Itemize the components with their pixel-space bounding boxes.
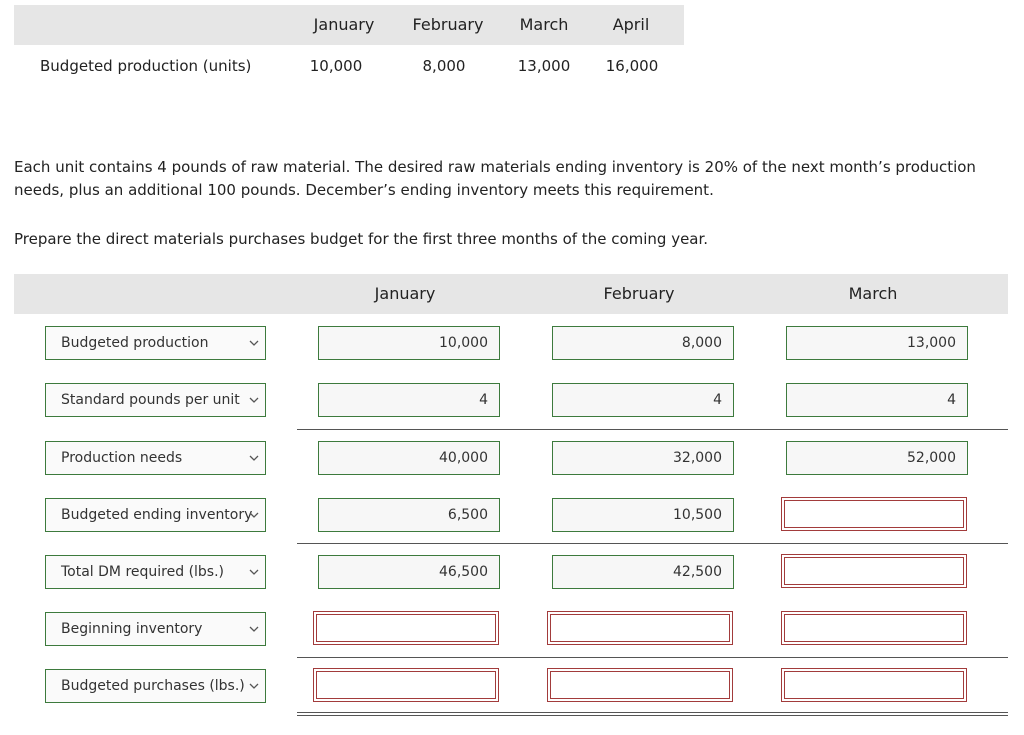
dropdown-selected-label: Budgeted ending inventory: [61, 507, 253, 523]
total-double-rule-top: [297, 712, 1008, 713]
input-production-needs-february[interactable]: 32,000: [552, 441, 734, 475]
subtotal-rule: [297, 429, 1008, 430]
chevron-down-icon: [249, 455, 259, 461]
chevron-down-icon: [249, 397, 259, 403]
dropdown-selected-label: Budgeted production: [61, 335, 209, 351]
input-budgeted-production-february[interactable]: 8,000: [552, 326, 734, 360]
budgeted-production-units-label: Budgeted production (units): [40, 57, 252, 75]
input-production-needs-march[interactable]: 52,000: [786, 441, 968, 475]
dropdown-selected-label: Beginning inventory: [61, 621, 203, 637]
input-total-dm-required-february[interactable]: 42,500: [552, 555, 734, 589]
input-budgeted-purchases-march[interactable]: [781, 668, 967, 702]
dropdown-selected-label: Production needs: [61, 450, 183, 466]
dropdown-selected-label: Budgeted purchases (lbs.): [61, 678, 245, 694]
production-value-february: 8,000: [422, 57, 466, 75]
budget-header-march: March: [848, 284, 898, 303]
problem-description: Each unit contains 4 pounds of raw mater…: [14, 158, 976, 199]
subtotal-rule: [297, 657, 1008, 658]
input-total-dm-required-january[interactable]: 46,500: [318, 555, 500, 589]
row-label-dropdown-standard-pounds[interactable]: Standard pounds per unit: [45, 383, 266, 417]
input-budgeted-production-january[interactable]: 10,000: [318, 326, 500, 360]
input-ending-inventory-january[interactable]: 6,500: [318, 498, 500, 532]
row-label-dropdown-ending-inventory[interactable]: Budgeted ending inventory: [45, 498, 266, 532]
input-ending-inventory-march[interactable]: [781, 497, 967, 531]
row-label-dropdown-budgeted-purchases[interactable]: Budgeted purchases (lbs.): [45, 669, 266, 703]
chevron-down-icon: [249, 626, 259, 632]
input-standard-pounds-january[interactable]: 4: [318, 383, 500, 417]
dropdown-selected-label: Total DM required (lbs.): [61, 564, 225, 580]
production-value-april: 16,000: [605, 57, 659, 75]
header-january: January: [313, 15, 375, 34]
header-april: April: [612, 15, 650, 34]
row-label-dropdown-production-needs[interactable]: Production needs: [45, 441, 266, 475]
input-beginning-inventory-march[interactable]: [781, 611, 967, 645]
production-value-january: 10,000: [309, 57, 363, 75]
chevron-down-icon: [249, 340, 259, 346]
budget-header-february: February: [603, 284, 675, 303]
row-label-dropdown-budgeted-production[interactable]: Budgeted production: [45, 326, 266, 360]
subtotal-rule: [297, 543, 1008, 544]
input-budgeted-production-march[interactable]: 13,000: [786, 326, 968, 360]
input-budgeted-purchases-february[interactable]: [547, 668, 733, 702]
input-budgeted-purchases-january[interactable]: [313, 668, 499, 702]
input-beginning-inventory-february[interactable]: [547, 611, 733, 645]
input-ending-inventory-february[interactable]: 10,500: [552, 498, 734, 532]
input-standard-pounds-march[interactable]: 4: [786, 383, 968, 417]
input-production-needs-january[interactable]: 40,000: [318, 441, 500, 475]
task-prompt: Prepare the direct materials purchases b…: [14, 230, 709, 248]
input-total-dm-required-march[interactable]: [781, 554, 967, 588]
row-label-dropdown-total-dm-required[interactable]: Total DM required (lbs.): [45, 555, 266, 589]
chevron-down-icon: [249, 512, 259, 518]
input-beginning-inventory-january[interactable]: [313, 611, 499, 645]
production-value-march: 13,000: [517, 57, 571, 75]
chevron-down-icon: [249, 683, 259, 689]
input-standard-pounds-february[interactable]: 4: [552, 383, 734, 417]
header-march: March: [519, 15, 569, 34]
dropdown-selected-label: Standard pounds per unit: [61, 392, 240, 408]
row-label-dropdown-beginning-inventory[interactable]: Beginning inventory: [45, 612, 266, 646]
chevron-down-icon: [249, 569, 259, 575]
budget-header-january: January: [374, 284, 436, 303]
header-february: February: [412, 15, 484, 34]
total-double-rule-bottom: [297, 715, 1008, 716]
